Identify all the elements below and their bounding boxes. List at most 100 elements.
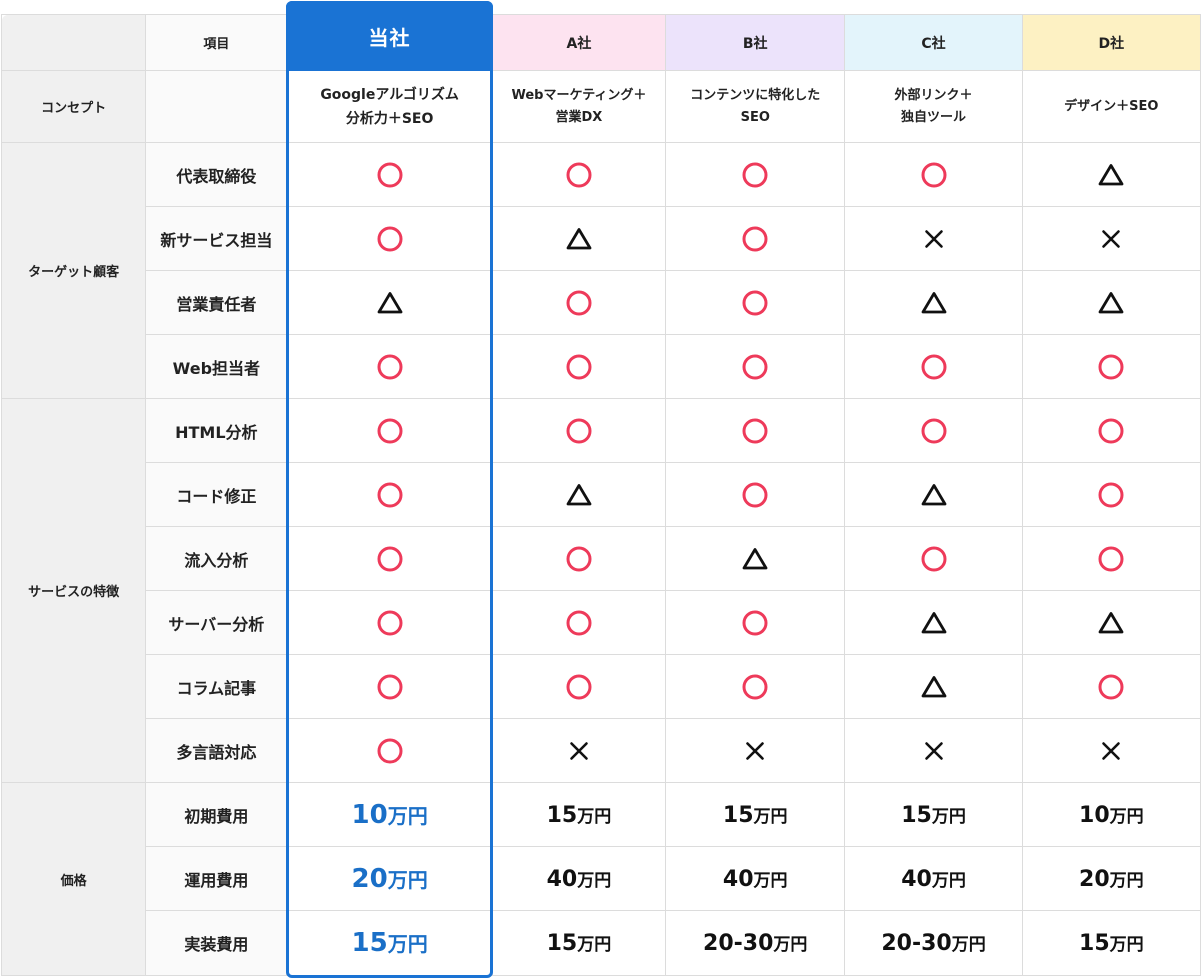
header-company-a: A社 xyxy=(491,14,667,71)
price-value: 20-30 xyxy=(881,931,952,956)
mark-cell-a xyxy=(491,206,667,271)
price-unit: 万円 xyxy=(1109,806,1144,827)
circle-icon xyxy=(377,162,403,187)
mark-cell-us xyxy=(286,142,493,207)
price-value: 15 xyxy=(901,802,932,828)
mark-cell-b xyxy=(665,398,846,463)
mark-cell-a xyxy=(491,526,667,591)
row-item-label: 新サービス担当 xyxy=(145,206,288,271)
mark-cell-d xyxy=(1021,654,1202,719)
table-row: ターゲット顧客 代表取締役 xyxy=(0,142,1202,399)
comparison-page: 項目 A社 B社 C社 D社 コンセプト Googleアルゴリズム 分析力＋SE… xyxy=(0,0,1202,979)
mark-cell-b xyxy=(665,334,846,399)
mark-cell-c xyxy=(844,590,1023,655)
price-cell-us: 10万円 xyxy=(286,782,493,847)
circle-icon xyxy=(566,162,592,187)
table-row: コード修正 xyxy=(2,462,1202,527)
row-item-label: サーバー分析 xyxy=(145,590,288,655)
category-label: ターゲット顧客 xyxy=(0,142,147,399)
table-row: Web担当者 xyxy=(2,334,1202,399)
circle-icon xyxy=(921,546,947,571)
circle-icon xyxy=(377,674,403,699)
concept-label: コンセプト xyxy=(0,70,147,143)
circle-icon xyxy=(566,674,592,699)
price-cell-b: 20-30万円 xyxy=(665,910,846,976)
concept-b-line2: SEO xyxy=(740,109,770,125)
cross-icon xyxy=(924,741,943,760)
mark-cell-c xyxy=(844,398,1023,463)
circle-icon xyxy=(1098,482,1124,507)
mark-cell-c xyxy=(844,270,1023,335)
triangle-icon xyxy=(1098,163,1124,185)
concept-a-line2: 営業DX xyxy=(555,109,603,125)
circle-icon xyxy=(1098,418,1124,443)
mark-cell-a xyxy=(491,334,667,399)
circle-icon xyxy=(566,290,592,315)
mark-cell-a xyxy=(491,398,667,463)
price-value: 40 xyxy=(901,866,932,892)
mark-cell-c xyxy=(844,206,1023,271)
header-our-company: 当社 xyxy=(286,1,493,71)
triangle-icon xyxy=(1098,611,1124,633)
price-unit: 万円 xyxy=(753,870,788,891)
row-item-label: Web担当者 xyxy=(145,334,288,399)
mark-cell-us xyxy=(286,590,493,655)
triangle-icon xyxy=(566,227,592,249)
price-unit: 万円 xyxy=(387,932,428,956)
circle-icon xyxy=(1098,546,1124,571)
mark-cell-b xyxy=(665,718,846,783)
table-row: サーバー分析 xyxy=(2,590,1202,655)
cross-icon xyxy=(746,741,765,760)
price-cell-d: 20万円 xyxy=(1021,846,1202,911)
mark-cell-d xyxy=(1021,270,1202,335)
concept-a-line1: Webマーケティング＋ xyxy=(511,87,647,103)
mark-cell-a xyxy=(491,270,667,335)
mark-cell-c xyxy=(844,334,1023,399)
mark-cell-b xyxy=(665,590,846,655)
price-unit: 万円 xyxy=(931,806,966,827)
price-value: 20 xyxy=(1079,866,1110,892)
circle-icon xyxy=(742,162,768,187)
circle-icon xyxy=(742,226,768,251)
circle-icon xyxy=(921,354,947,379)
circle-icon xyxy=(377,418,403,443)
row-item-label: 多言語対応 xyxy=(145,718,288,783)
price-cell-d: 10万円 xyxy=(1021,782,1202,847)
concept-c: 外部リンク＋ 独自ツール xyxy=(844,70,1023,143)
cross-icon xyxy=(924,229,943,248)
price-value: 40 xyxy=(722,866,754,892)
mark-cell-us xyxy=(286,462,493,527)
price-value: 15 xyxy=(351,928,388,958)
circle-icon xyxy=(377,546,403,571)
mark-cell-c xyxy=(844,142,1023,207)
concept-c-line1: 外部リンク＋ xyxy=(894,87,973,103)
category-label: 価格 xyxy=(0,782,147,976)
concept-d: デザイン＋SEO xyxy=(1021,70,1202,143)
mark-cell-b xyxy=(665,142,846,207)
circle-icon xyxy=(566,546,592,571)
circle-icon xyxy=(377,738,403,763)
table-row: 多言語対応 xyxy=(2,718,1202,783)
circle-icon xyxy=(566,354,592,379)
table-row: 営業責任者 xyxy=(2,270,1202,335)
triangle-icon xyxy=(921,675,946,697)
header-company-b: B社 xyxy=(665,14,846,71)
price-value: 15 xyxy=(1079,931,1110,956)
price-cell-a: 40万円 xyxy=(491,846,667,911)
circle-icon xyxy=(377,354,403,379)
circle-icon xyxy=(742,290,768,315)
price-unit: 万円 xyxy=(387,867,428,892)
price-value: 10 xyxy=(1079,802,1110,828)
header-row: 項目 A社 B社 C社 D社 xyxy=(0,14,1202,71)
header-blank-cell xyxy=(0,14,147,71)
price-cell-d: 15万円 xyxy=(1021,910,1202,976)
mark-cell-us xyxy=(286,526,493,591)
price-value: 20 xyxy=(351,863,388,894)
comparison-table: 項目 A社 B社 C社 D社 コンセプト Googleアルゴリズム 分析力＋SE… xyxy=(0,14,1202,976)
circle-icon xyxy=(1098,674,1124,699)
cross-icon xyxy=(1102,741,1121,760)
price-row: 価格 初期費用 10万円 15万円 15万円 15万円 10万円 xyxy=(0,782,1202,976)
triangle-icon xyxy=(921,483,946,505)
price-cell-us: 15万円 xyxy=(286,910,493,976)
price-cell-a: 15万円 xyxy=(491,910,667,976)
